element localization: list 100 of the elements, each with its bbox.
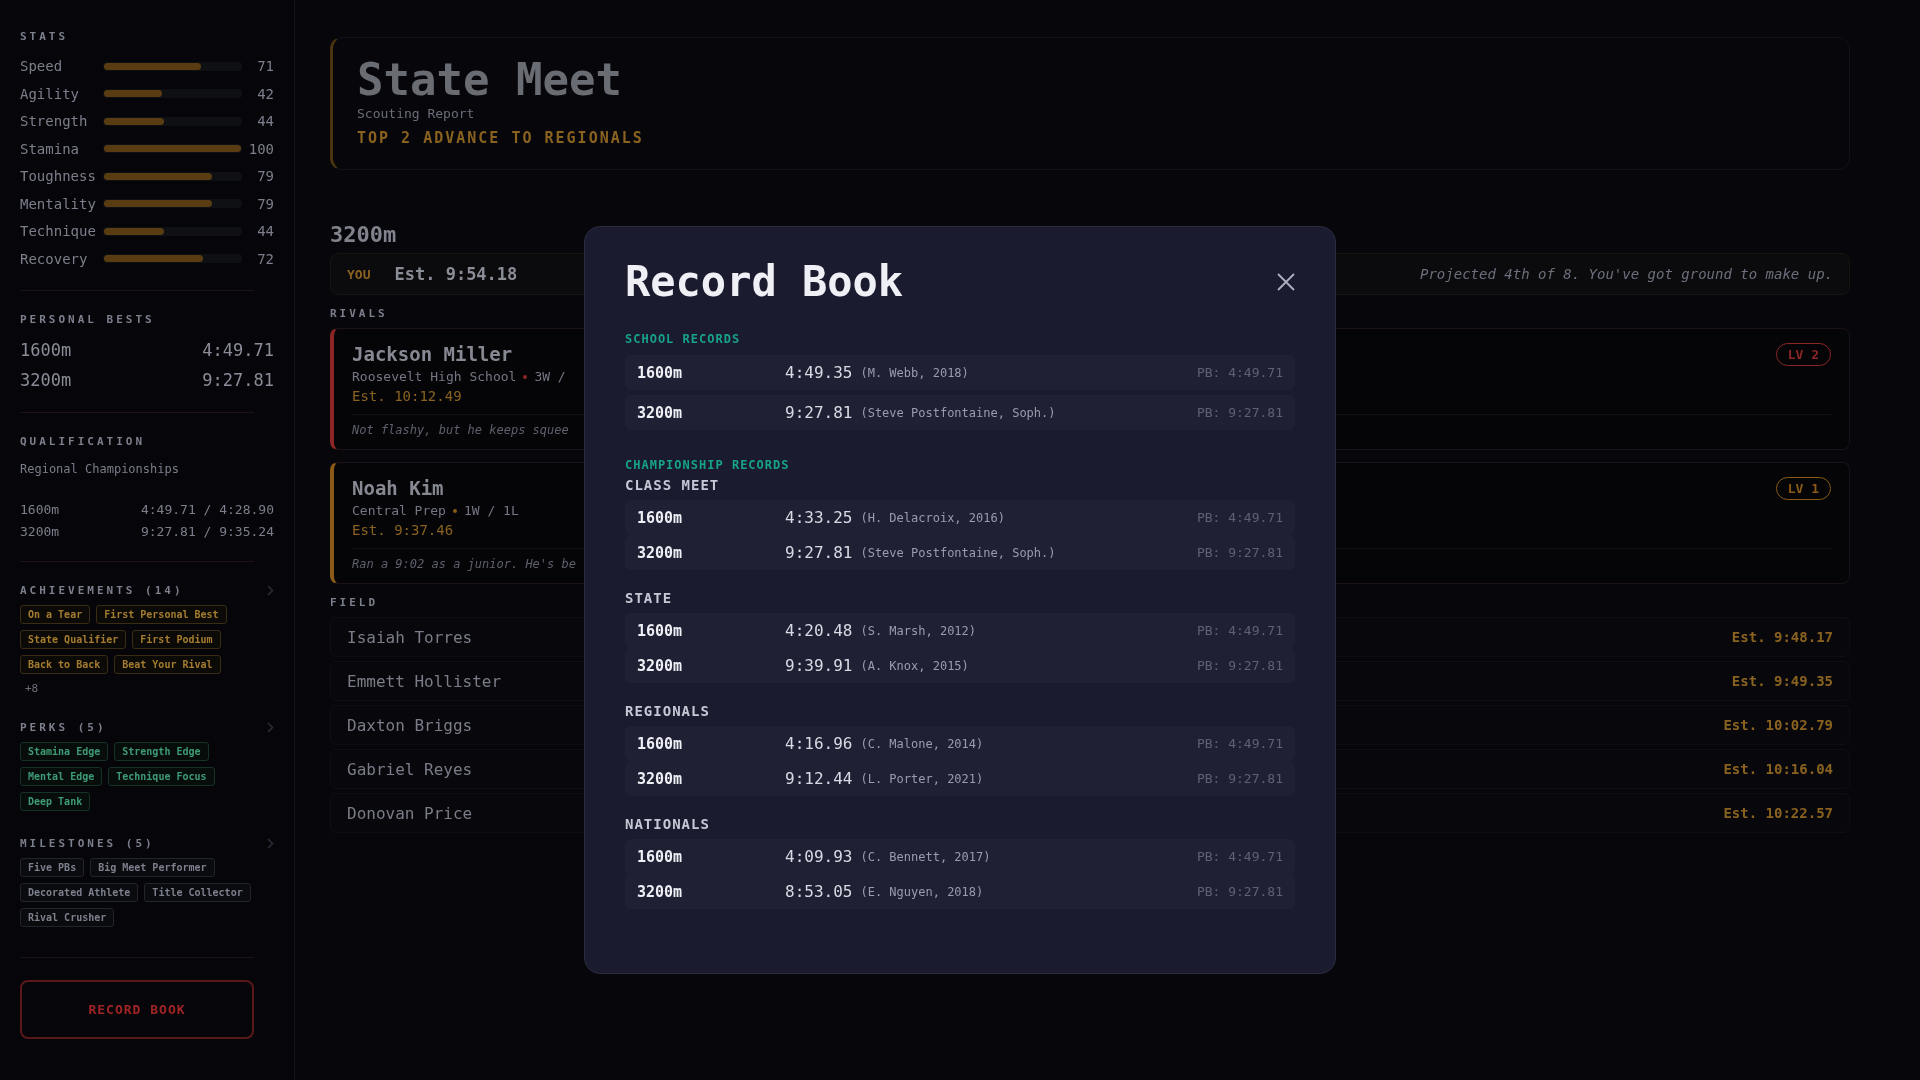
runner-name: Daxton Briggs bbox=[347, 715, 473, 735]
stat-label: Toughness bbox=[20, 168, 97, 185]
record-time: 4:16.96 bbox=[785, 734, 853, 753]
record-time: 4:20.48 bbox=[785, 621, 853, 640]
rival-estimate: Est. 9:37.46 bbox=[352, 522, 455, 539]
section-heading: STATS bbox=[20, 30, 70, 43]
stat-label: Mentality bbox=[20, 195, 97, 212]
record-holder: (Steve Postfontaine, Soph.) bbox=[860, 545, 1056, 560]
tag-chip: Technique Focus bbox=[108, 767, 215, 786]
personal-best: PB: 4:49.71 bbox=[1196, 623, 1283, 638]
stat-label: Speed bbox=[20, 58, 64, 75]
meet-title: STATE bbox=[625, 590, 674, 606]
record-holder: (H. Delacroix, 2016) bbox=[860, 510, 1005, 525]
page-title: State Meet bbox=[357, 56, 623, 105]
personal-best: PB: 9:27.81 bbox=[1196, 884, 1283, 899]
personal-best: PB: 4:49.71 bbox=[1196, 510, 1283, 525]
stat-value: 100 bbox=[247, 140, 274, 157]
event-label: 3200m bbox=[637, 543, 684, 562]
tag-chip: State Qualifier bbox=[20, 630, 127, 649]
event-label: 3200m bbox=[20, 370, 72, 390]
rival-estimate: Est. 10:12.49 bbox=[352, 388, 463, 405]
advance-note: TOP 2 ADVANCE TO REGIONALS bbox=[357, 129, 645, 148]
runner-estimate: Est. 10:02.79 bbox=[1723, 717, 1833, 734]
record-holder: (M. Webb, 2018) bbox=[860, 365, 969, 380]
page-subtitle: Scouting Report bbox=[357, 106, 476, 122]
section-heading: FIELD bbox=[330, 596, 379, 610]
your-estimate: Est. 9:54.18 bbox=[394, 264, 518, 285]
qualification-meet: Regional Championships bbox=[20, 462, 180, 476]
record-time: 9:27.81 bbox=[785, 403, 853, 422]
record-holder: (S. Marsh, 2012) bbox=[860, 623, 977, 638]
record-holder: (Steve Postfontaine, Soph.) bbox=[860, 405, 1056, 420]
runner-name: Emmett Hollister bbox=[347, 671, 502, 691]
qualifying-times: 4:49.71 / 4:28.90 bbox=[140, 502, 274, 517]
stat-value: 44 bbox=[256, 113, 274, 130]
projection-text: Projected 4th of 8. You've got ground to make up. bbox=[1420, 266, 1833, 283]
runner-estimate: Est. 10:22.57 bbox=[1723, 805, 1833, 822]
record-time: 9:39.91 bbox=[785, 656, 853, 675]
record-time: 8:53.05 bbox=[785, 882, 853, 901]
rival-name: Jackson Miller bbox=[352, 343, 514, 366]
personal-best: PB: 9:27.81 bbox=[1196, 658, 1283, 673]
section-heading: RIVALS bbox=[330, 307, 388, 321]
event-label: 1600m bbox=[637, 363, 684, 382]
record-time: 4:49.35 bbox=[785, 363, 853, 382]
runner-name: Donovan Price bbox=[347, 803, 473, 823]
tag-chip: Decorated Athlete bbox=[20, 883, 139, 902]
rival-note: Ran a 9:02 as a junior. He's be bbox=[352, 557, 577, 572]
best-time: 9:27.81 bbox=[202, 370, 274, 390]
tag-chip: Back to Back bbox=[20, 655, 109, 674]
tag-chip: Big Meet Performer bbox=[90, 858, 215, 877]
record-holder: (L. Porter, 2021) bbox=[860, 771, 984, 786]
tag-chip: On a Tear bbox=[20, 605, 91, 624]
event-label: 1600m bbox=[637, 734, 684, 753]
tag-chip: First Podium bbox=[132, 630, 221, 649]
personal-best: PB: 4:49.71 bbox=[1196, 736, 1283, 751]
runner-estimate: Est. 9:48.17 bbox=[1731, 629, 1833, 646]
meet-title: NATIONALS bbox=[625, 816, 711, 832]
tag-chip: Mental Edge bbox=[20, 767, 103, 786]
rival-record: 1W / 1L bbox=[463, 503, 519, 519]
record-holder: (C. Bennett, 2017) bbox=[860, 849, 991, 864]
record-time: 4:33.25 bbox=[785, 508, 853, 527]
event-label: 1600m bbox=[637, 508, 684, 527]
event-label: 1600m bbox=[637, 847, 684, 866]
meet-title: REGIONALS bbox=[625, 703, 711, 719]
qualifying-times: 9:27.81 / 9:35.24 bbox=[140, 524, 274, 539]
you-label: YOU bbox=[347, 266, 371, 282]
records-section-title: CHAMPIONSHIP RECORDS bbox=[625, 458, 791, 472]
stat-value: 79 bbox=[256, 195, 274, 212]
stat-value: 72 bbox=[256, 250, 274, 267]
runner-estimate: Est. 9:49.35 bbox=[1731, 673, 1833, 690]
event-label: 3200m bbox=[20, 524, 60, 539]
stat-label: Stamina bbox=[20, 140, 80, 157]
tag-chip: First Personal Best bbox=[96, 605, 227, 624]
personal-best: PB: 9:27.81 bbox=[1196, 771, 1283, 786]
stat-label: Strength bbox=[20, 113, 89, 130]
event-label: 1600m bbox=[20, 502, 60, 517]
rival-school: Central Prep bbox=[352, 503, 446, 519]
dialog-title: Record Book bbox=[625, 257, 904, 306]
personal-best: PB: 4:49.71 bbox=[1196, 365, 1283, 380]
event-label: 3200m bbox=[637, 769, 684, 788]
records-section-title: SCHOOL RECORDS bbox=[625, 332, 742, 346]
stat-value: 71 bbox=[256, 58, 274, 75]
event-label: 3200m bbox=[637, 882, 684, 901]
rival-record: 3W / bbox=[534, 369, 566, 385]
record-holder: (A. Knox, 2015) bbox=[860, 658, 969, 673]
personal-best: PB: 4:49.71 bbox=[1196, 849, 1283, 864]
event-title: 3200m bbox=[330, 222, 398, 248]
section-heading: QUALIFICATION bbox=[20, 435, 147, 448]
runner-name: Isaiah Torres bbox=[347, 627, 473, 647]
tag-chip: Five PBs bbox=[20, 858, 85, 877]
runner-estimate: Est. 10:16.04 bbox=[1723, 761, 1833, 778]
stat-value: 42 bbox=[256, 85, 274, 102]
personal-best: PB: 9:27.81 bbox=[1196, 545, 1283, 560]
tag-chip: Stamina Edge bbox=[20, 742, 109, 761]
stat-label: Agility bbox=[20, 85, 80, 102]
stat-label: Technique bbox=[20, 223, 97, 240]
meet-title: CLASS MEET bbox=[625, 477, 721, 493]
record-time: 9:12.44 bbox=[785, 769, 853, 788]
runner-name: Gabriel Reyes bbox=[347, 759, 473, 779]
personal-best: PB: 9:27.81 bbox=[1196, 405, 1283, 420]
tag-chip: Deep Tank bbox=[20, 792, 91, 811]
